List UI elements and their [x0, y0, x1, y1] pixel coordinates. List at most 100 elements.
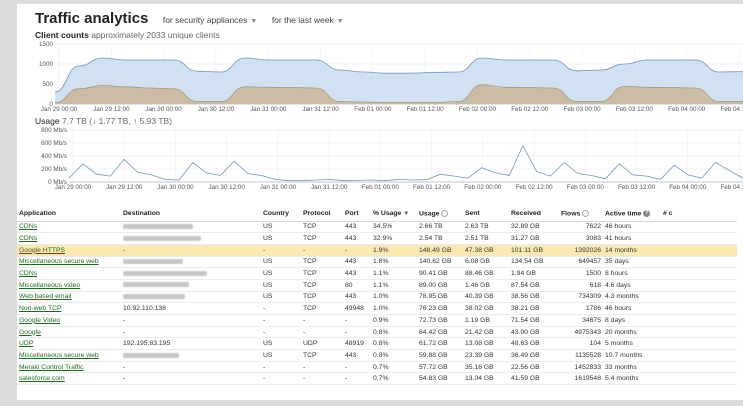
cell-received: 87.54 GB	[509, 279, 559, 292]
cell-received: 43.00 GB	[509, 326, 559, 339]
time-range-dropdown[interactable]: for the last week ▼	[272, 15, 344, 25]
application-link[interactable]: Google	[19, 329, 41, 336]
client-counts-label: Client counts	[35, 30, 89, 40]
y-tick-label: 500	[42, 81, 53, 88]
application-link[interactable]: CDNs	[19, 223, 37, 230]
application-link[interactable]: Miscellaneous secure web	[19, 352, 99, 359]
table-row[interactable]: Non-web TCP 10.92.110.138- TCP 49948 1.0% 76.…	[17, 302, 737, 315]
cell-protocol: -	[301, 314, 343, 327]
x-tick-label: Feb 03 00:00	[564, 106, 602, 113]
page-header: Traffic analytics for security appliance…	[35, 10, 344, 28]
cell-destination: -	[121, 326, 261, 339]
cell-port: 443	[343, 267, 371, 280]
x-tick-label: Jan 29 00:00	[41, 106, 78, 113]
application-link[interactable]: UDP	[19, 340, 33, 347]
cell-country: -	[261, 361, 301, 374]
redacted-destination	[123, 259, 183, 265]
cell-flows: 34675	[559, 314, 603, 327]
cell-clients	[661, 244, 737, 257]
col-header-port[interactable]: Port	[343, 206, 371, 222]
col-header-flows[interactable]: Flows	[559, 206, 603, 222]
usage-chart[interactable]: 0 Mb/s200 Mb/s400 Mb/s600 Mb/s800 Mb/sJa…	[31, 126, 743, 194]
x-tick-label: Feb 01 00:00	[354, 106, 392, 113]
application-link[interactable]: Google HTTPS	[19, 247, 65, 254]
cell-usage: 61.72 GB	[417, 337, 463, 351]
cell-protocol: -	[301, 372, 343, 386]
x-tick-label: Jan 31 00:00	[250, 106, 287, 113]
cell-destination	[121, 349, 261, 362]
table-row[interactable]: Google - - - -0.8% 64.42 GB 21.42 GB 43.00 GB 49…	[17, 326, 737, 339]
cell-clients	[661, 267, 737, 280]
traffic-analytics-panel: Traffic analytics for security appliance…	[17, 4, 743, 400]
cell-port: -	[343, 244, 371, 257]
col-header-protocol[interactable]: Protocol	[301, 206, 343, 222]
application-link[interactable]: CDNs	[19, 235, 37, 242]
cell-flows: 7622	[559, 221, 603, 234]
table-row[interactable]: Google HTTPS - - - -1.9% 148.49 GB 47.38 GB 101…	[17, 244, 737, 257]
redacted-destination	[123, 235, 201, 241]
cell-application: Miscellaneous secure web	[17, 349, 121, 362]
cell-application: CDNs	[17, 267, 121, 280]
cell-country: US	[261, 267, 301, 280]
cell-active-time: 46 hours	[603, 221, 661, 234]
cell-destination: 192.195.83.195	[121, 337, 261, 351]
cell-clients	[661, 337, 737, 351]
col-header-sent[interactable]: Sent	[463, 206, 509, 222]
cell-destination: -	[121, 314, 261, 327]
cell-flows: 1786	[559, 302, 603, 315]
cell-sent: 2.63 TB	[463, 221, 509, 234]
x-tick-label: Feb 03 00:00	[567, 184, 605, 191]
application-link[interactable]: Non-web TCP	[19, 305, 62, 312]
application-link[interactable]: CDNs	[19, 270, 37, 277]
cell-country: US	[261, 256, 301, 269]
table-row[interactable]: Miscellaneous secure web US TCP 443 1.8% 140.…	[17, 256, 737, 269]
table-row[interactable]: Miscellaneous secure web US TCP 443 0.8% 59.8…	[17, 349, 737, 362]
table-row[interactable]: Meraki Control Traffic - - - -0.7% 57.72 GB 35…	[17, 361, 737, 374]
cell-usage: 2.54 TB	[417, 232, 463, 245]
cell-clients	[661, 232, 737, 245]
cell-sent: 47.38 GB	[463, 244, 509, 257]
cell-received: 48.63 GB	[509, 337, 559, 351]
table-row[interactable]: salesforce.com - - - -0.7% 54.83 GB 13.04 GB 41…	[17, 372, 737, 386]
cell-port: -	[343, 314, 371, 327]
table-row[interactable]: CDNs US TCP 443 32.9% 2.54 TB 2.51 TB 31.27 GB 3…	[17, 232, 737, 245]
cell-usage: 64.42 GB	[417, 326, 463, 339]
col-header-active-time[interactable]: Active time?	[603, 206, 661, 222]
table-row[interactable]: CDNs US TCP 443 1.1% 90.41 GB 88.46 GB 1.94 GB 1…	[17, 267, 737, 280]
application-link[interactable]: Miscellaneous secure web	[19, 258, 99, 265]
cell-usage: 59.88 GB	[417, 349, 463, 362]
col-header-pct-usage[interactable]: % Usage ▼	[371, 206, 417, 222]
table-row[interactable]: UDP 192.195.83.195 US UDP 48919 0.8% 61.72 GB 1…	[17, 337, 737, 351]
col-header-clients[interactable]: # c	[661, 206, 737, 222]
table-row[interactable]: Google Video - - - -0.9% 72.73 GB 1.19 GB 71.54…	[17, 314, 737, 327]
cell-application: salesforce.com	[17, 372, 121, 386]
col-header-received[interactable]: Received	[509, 206, 559, 222]
application-link[interactable]: Web based email	[19, 293, 71, 300]
col-header-application[interactable]: Application	[17, 206, 121, 222]
cell-clients	[661, 302, 737, 315]
cell-destination	[121, 232, 261, 245]
col-header-usage[interactable]: Usage	[417, 206, 463, 222]
cell-port: 443	[343, 232, 371, 245]
cell-flows: 1619548	[559, 372, 603, 386]
page-title: Traffic analytics	[35, 10, 149, 27]
cell-port: 49948	[343, 302, 371, 315]
table-row[interactable]: Miscellaneous video US TCP 80 1.1% 89.00 GB 1.…	[17, 279, 737, 292]
x-tick-label: Jan 29 00:00	[55, 184, 92, 191]
table-row[interactable]: Web based email US TCP 443 1.0% 78.95 GB 40.39…	[17, 291, 737, 304]
cell-port: -	[343, 372, 371, 386]
application-link[interactable]: salesforce.com	[19, 375, 65, 382]
col-header-destination[interactable]: Destination	[121, 206, 261, 222]
application-link[interactable]: Meraki Control Traffic	[19, 364, 83, 371]
application-link[interactable]: Miscellaneous video	[19, 282, 80, 289]
client-counts-chart[interactable]: 050010001500Jan 29 00:00 Jan 29 12:00 Jan …	[31, 40, 743, 116]
x-tick-label: Feb 02 00:00	[464, 184, 502, 191]
table-row[interactable]: CDNs US TCP 443 34.5% 2.66 TB 2.63 TB 32.89 GB 7…	[17, 221, 737, 234]
cell-destination	[121, 279, 261, 292]
application-link[interactable]: Google Video	[19, 317, 60, 324]
col-header-country[interactable]: Country	[261, 206, 301, 222]
device-filter-dropdown[interactable]: for security appliances ▼	[163, 15, 258, 25]
x-tick-label: Feb 02 00:00	[459, 106, 497, 113]
cell-flows: 1135528	[559, 349, 603, 362]
cell-country: US	[261, 232, 301, 245]
